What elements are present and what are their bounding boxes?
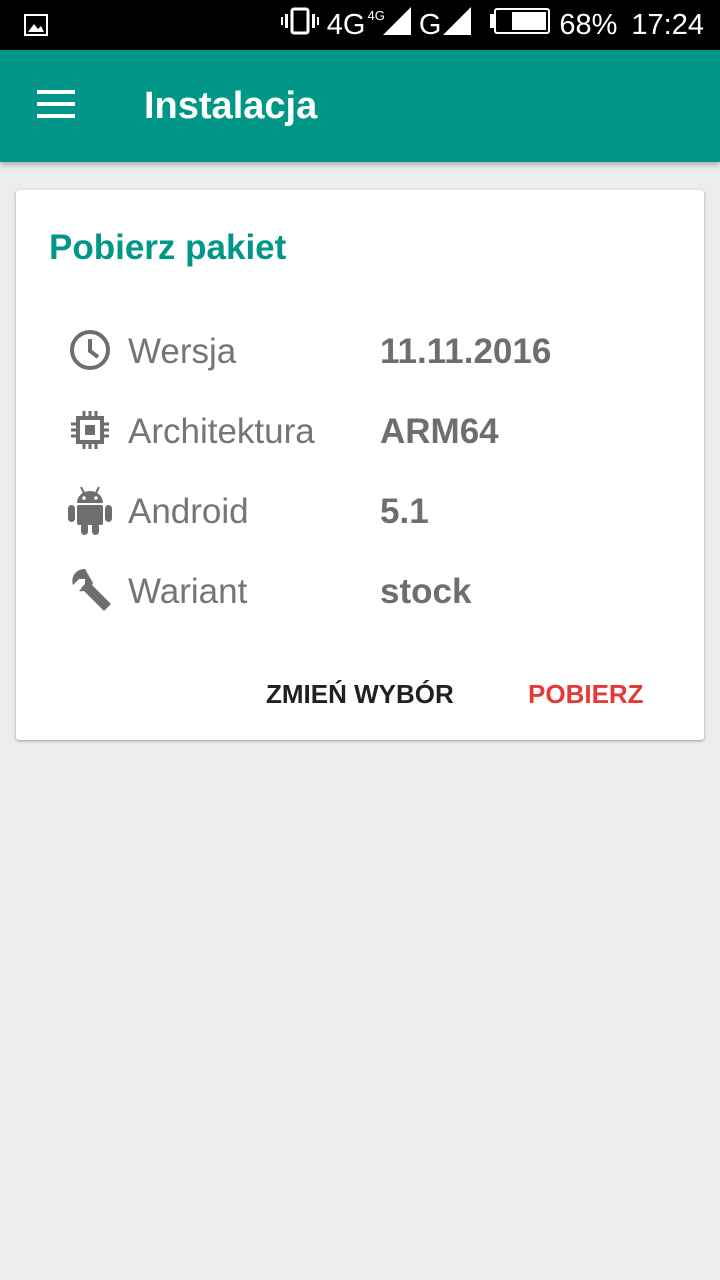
download-button[interactable]: POBIERZ [518,668,654,720]
page-title: Instalacja [144,85,318,127]
battery-icon [489,8,551,42]
battery-percent: 68% [559,8,618,41]
variant-value: stock [380,572,472,611]
architecture-value: ARM64 [380,412,499,451]
android-value: 5.1 [380,492,429,531]
status-bar: 4G 4G G 68% 17:24 [0,0,720,50]
network-type-1-sub: 4G [367,7,385,23]
change-selection-button[interactable]: ZMIEŃ WYBÓR [256,668,464,720]
menu-button[interactable] [24,80,88,132]
clock-icon [66,326,114,374]
network-type-2: G [418,8,442,41]
info-row-variant: Wariant stock [16,560,704,620]
network-type-1: 4G [326,8,366,41]
version-label: Wersja [128,332,237,371]
gallery-notification-icon [24,13,48,42]
info-row-version: Wersja 11.11.2016 [16,320,704,380]
download-package-card: Pobierz pakiet Wersja 11.11.2016 Archite… [16,190,704,740]
cpu-chip-icon [66,406,114,454]
android-label: Android [128,492,249,531]
vibrate-icon [280,7,319,43]
architecture-label: Architektura [128,412,315,451]
signal-2-icon [443,7,472,43]
wrench-icon [66,566,114,614]
clock-time: 17:24 [631,8,704,41]
info-row-architecture: Architektura ARM64 [16,400,704,460]
card-title: Pobierz pakiet [49,228,287,267]
android-icon [66,486,114,535]
hamburger-menu-icon [37,89,75,123]
signal-1-icon [382,7,411,43]
info-row-android: Android 5.1 [16,480,704,540]
version-value: 11.11.2016 [380,332,552,371]
app-bar: Instalacja [0,50,720,162]
variant-label: Wariant [128,572,248,611]
